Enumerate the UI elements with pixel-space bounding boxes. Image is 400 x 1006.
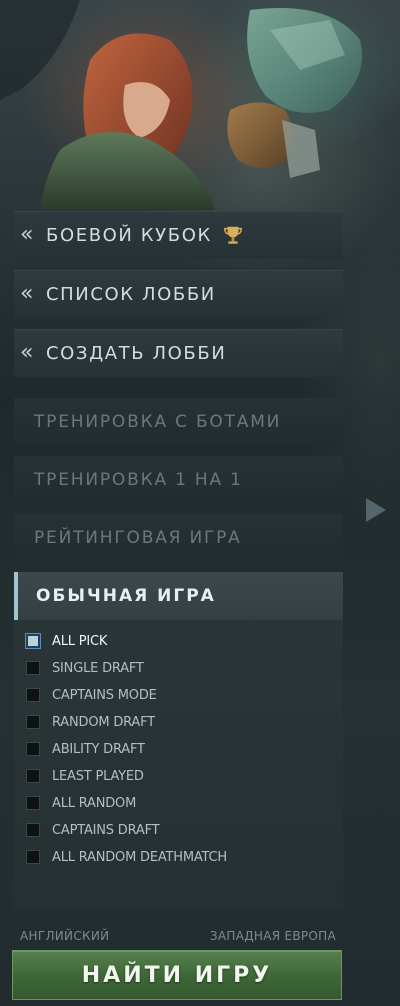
mode-label: SINGLE DRAFT bbox=[52, 660, 144, 676]
mode-single-draft[interactable]: SINGLE DRAFT bbox=[26, 658, 144, 678]
mode-label: ALL RANDOM DEATHMATCH bbox=[52, 849, 227, 865]
double-chevron-left-icon: « bbox=[20, 340, 34, 365]
battle-cup-label: БОЕВОЙ КУБОК bbox=[46, 224, 212, 246]
checkbox[interactable] bbox=[26, 823, 40, 837]
lobby-list-button[interactable]: « СПИСОК ЛОББИ bbox=[14, 270, 343, 318]
checkbox[interactable] bbox=[26, 769, 40, 783]
mode-ability-draft[interactable]: ABILITY DRAFT bbox=[26, 739, 145, 759]
checkbox[interactable] bbox=[26, 796, 40, 810]
practice-1v1-label: ТРЕНИРОВКА 1 НА 1 bbox=[34, 470, 243, 490]
lobby-list-label: СПИСОК ЛОББИ bbox=[46, 283, 216, 305]
checkbox[interactable] bbox=[26, 850, 40, 864]
battle-cup-button[interactable]: « БОЕВОЙ КУБОК bbox=[14, 211, 343, 259]
mode-label: ABILITY DRAFT bbox=[52, 741, 145, 757]
hero-artwork bbox=[0, 0, 362, 210]
arrow-right-icon[interactable] bbox=[364, 496, 388, 524]
create-lobby-label: СОЗДАТЬ ЛОББИ bbox=[46, 342, 227, 364]
mode-label: ALL RANDOM bbox=[52, 795, 137, 811]
mode-all-random[interactable]: ALL RANDOM bbox=[26, 793, 136, 813]
region-selector[interactable]: ЗАПАДНАЯ ЕВРОПА bbox=[210, 929, 336, 943]
mode-captains-draft[interactable]: CAPTAINS DRAFT bbox=[26, 820, 160, 840]
checkbox[interactable] bbox=[26, 715, 40, 729]
mode-label: CAPTAINS MODE bbox=[52, 687, 157, 703]
find-match-label: НАЙТИ ИГРУ bbox=[81, 962, 273, 988]
double-chevron-left-icon: « bbox=[20, 281, 34, 306]
bot-practice-label: ТРЕНИРОВКА С БОТАМИ bbox=[34, 412, 282, 432]
mode-all-pick[interactable]: ALL PICK bbox=[26, 631, 107, 651]
trophy-icon bbox=[223, 226, 242, 244]
checkbox[interactable] bbox=[26, 661, 40, 675]
unranked-match-label: ОБЫЧНАЯ ИГРА bbox=[36, 586, 216, 606]
find-match-button[interactable]: НАЙТИ ИГРУ bbox=[12, 950, 342, 1000]
mode-captains-mode[interactable]: CAPTAINS MODE bbox=[26, 685, 157, 705]
mode-label: RANDOM DRAFT bbox=[52, 714, 155, 730]
double-chevron-left-icon: « bbox=[20, 222, 34, 247]
mode-label: LEAST PLAYED bbox=[52, 768, 144, 784]
mode-label: CAPTAINS DRAFT bbox=[52, 822, 160, 838]
ranked-match-button[interactable]: РЕЙТИНГОВАЯ ИГРА bbox=[14, 514, 343, 562]
language-selector[interactable]: АНГЛИЙСКИЙ bbox=[20, 929, 109, 943]
checkbox[interactable] bbox=[26, 634, 40, 648]
game-modes-panel: ALL PICK SINGLE DRAFT CAPTAINS MODE RAND… bbox=[14, 620, 343, 910]
practice-1v1-button[interactable]: ТРЕНИРОВКА 1 НА 1 bbox=[14, 456, 343, 504]
unranked-match-tab[interactable]: ОБЫЧНАЯ ИГРА bbox=[14, 572, 343, 620]
mode-least-played[interactable]: LEAST PLAYED bbox=[26, 766, 144, 786]
bot-practice-button[interactable]: ТРЕНИРОВКА С БОТАМИ bbox=[14, 398, 343, 446]
mode-label: ALL PICK bbox=[52, 633, 108, 649]
checkbox[interactable] bbox=[26, 688, 40, 702]
create-lobby-button[interactable]: « СОЗДАТЬ ЛОББИ bbox=[14, 329, 343, 377]
mode-random-draft[interactable]: RANDOM DRAFT bbox=[26, 712, 155, 732]
ranked-match-label: РЕЙТИНГОВАЯ ИГРА bbox=[34, 528, 242, 548]
checkbox[interactable] bbox=[26, 742, 40, 756]
mode-all-random-deathmatch[interactable]: ALL RANDOM DEATHMATCH bbox=[26, 847, 227, 867]
